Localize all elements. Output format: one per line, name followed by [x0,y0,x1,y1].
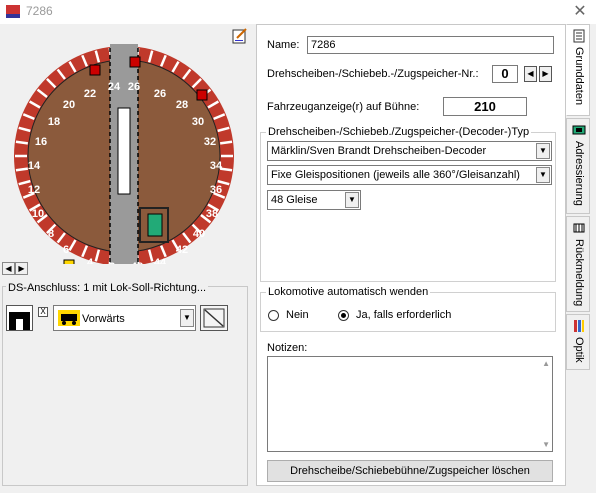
ds-legend: DS-Anschluss: 1 mit Lok-Soll-Richtung... [6,282,209,294]
track-label-24: 24 [108,81,121,93]
tab-label: Rückmeldung [573,239,585,307]
track-label-36: 36 [210,184,222,196]
chevron-down-icon[interactable]: ▼ [345,192,359,208]
notes-label: Notizen: [267,342,308,354]
track-label-10: 10 [32,208,44,220]
track-label-20: 20 [63,99,75,111]
scroll-down-icon[interactable]: ▼ [542,440,550,449]
notes-textarea[interactable]: ▲ ▼ [267,356,553,452]
track-label-6: 6 [63,244,69,256]
document-icon [573,29,585,43]
scroll-up-icon[interactable]: ▲ [542,359,550,368]
tab-label: Adressierung [573,141,585,206]
positions-select[interactable]: Fixe Gleispositionen (jeweils alle 360°/… [267,165,552,185]
track-label-34: 34 [210,160,223,172]
name-input[interactable]: 7286 [307,36,554,54]
track-label-4: 4 [87,257,94,264]
turntable-svg: 222018161412108642628303234363840424424 2… [14,44,234,288]
nr-label: Drehscheiben-/Schiebeb.-/Zugspeicher-Nr.… [267,68,479,80]
tab-rueckmeldung[interactable]: Rückmeldung [566,216,590,312]
bridge-cabin [117,107,131,195]
delete-button[interactable]: Drehscheibe/Schiebebühne/Zugspeicher lös… [267,460,553,482]
track-label-16: 16 [35,136,47,148]
track-label-26: 26 [154,88,166,100]
nr-input[interactable]: 0 [492,65,518,83]
tracks-select[interactable]: 48 Gleise ▼ [267,190,361,210]
locomotive-icon [58,310,80,326]
track-label-30: 30 [192,116,204,128]
paint-icon [574,320,584,332]
radio-yes-label: Ja, falls erforderlich [356,309,452,321]
marker-red[interactable] [196,89,208,101]
chevron-down-icon[interactable]: ▼ [536,143,550,159]
arrow-right-icon[interactable]: ▶ [539,66,552,82]
track-label-40: 40 [193,228,205,240]
close-icon[interactable]: ✕ [570,2,590,22]
chevron-down-icon[interactable]: ▼ [180,309,194,327]
chevron-down-icon[interactable]: ▼ [536,167,550,183]
decoder-value: Märklin/Sven Brandt Drehscheiben-Decoder [271,145,487,157]
rim-tick [15,167,28,172]
tracks-value: 48 Gleise [271,194,318,206]
track-label-32: 32 [204,136,216,148]
marker-red[interactable] [129,56,141,68]
radio-yes[interactable] [338,310,349,321]
turntable-diagram[interactable]: 22 20 18 16 14 12 10 8 6 4 26 28 30 32 34 36 38 40 42 44 24 2… [0,24,252,288]
tab-grunddaten[interactable]: Grunddaten [566,24,590,116]
decoder-select[interactable]: Märklin/Sven Brandt Drehscheiben-Decoder… [267,141,552,161]
track-label-8: 8 [48,228,54,240]
track-label-42: 42 [176,244,188,256]
track-marker [147,213,163,237]
vehicle-input[interactable]: 210 [443,97,527,116]
window-title: 7286 [26,4,53,18]
direction-value: Vorwärts [82,313,125,325]
direction-select[interactable]: Vorwärts ▼ [53,305,196,331]
track-label-12: 12 [28,184,40,196]
reverse-button[interactable] [200,305,228,331]
track-label-2: 2 [109,261,115,264]
tab-adressierung[interactable]: Adressierung [566,118,590,214]
chip-icon [572,125,586,135]
tab-label: Optik [573,337,585,363]
vehicle-label: Fahrzeuganzeige(r) auf Bühne: [267,101,420,113]
marker-red[interactable] [89,64,101,76]
track-label-22: 22 [84,88,96,100]
radio-no-label: Nein [286,309,309,321]
track-label-38: 38 [206,208,218,220]
track-label-44: 44 [154,257,167,264]
track-label-28: 28 [176,99,188,111]
track-label-14: 14 [28,160,41,172]
tab-strip: Grunddaten Adressierung Rückmeldung Opti… [566,24,590,486]
name-value: 7286 [311,39,336,51]
tab-label: Grunddaten [573,47,585,106]
rim-tick [15,140,28,145]
positions-value: Fixe Gleispositionen (jeweils alle 360°/… [271,169,520,181]
ds-track-icon[interactable] [6,305,33,331]
title-bar: 7286 ✕ [0,0,596,24]
ds-x-checkbox[interactable]: X [38,307,48,317]
app-icon [6,5,20,18]
radio-no[interactable] [268,310,279,321]
track-label-26: 26 [128,81,140,93]
arrow-left-icon[interactable]: ◀ [2,262,15,275]
track-label-48: 48 [131,261,143,264]
type-legend: Drehscheiben-/Schiebeb./Zugspeicher-(Dec… [266,126,532,138]
rim-tick [220,140,233,145]
marker-yellow[interactable] [63,259,75,271]
sensor-icon [573,223,585,233]
arrow-left-icon[interactable]: ◀ [524,66,537,82]
arrow-right-icon[interactable]: ▶ [15,262,28,275]
turn-legend: Lokomotive automatisch wenden [266,286,431,298]
track-label-18: 18 [48,116,60,128]
edit-icon[interactable] [232,28,248,44]
tab-optik[interactable]: Optik [566,314,590,370]
name-label: Name: [267,39,300,51]
